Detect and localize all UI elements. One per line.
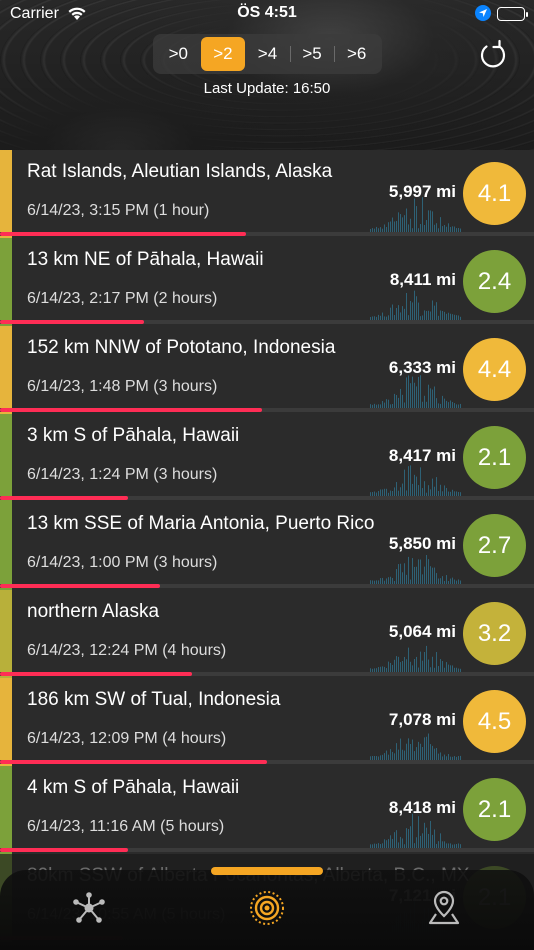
magnitude-color-strip	[0, 150, 12, 238]
earthquake-row[interactable]: 13 km NE of Pāhala, Hawaii 6/14/23, 2:17…	[0, 238, 534, 326]
earthquake-row[interactable]: 4 km S of Pāhala, Hawaii 6/14/23, 11:16 …	[0, 766, 534, 854]
magnitude-filter: >0 >2 >4 >5 >6	[153, 34, 382, 74]
quake-location: 186 km SW of Tual, Indonesia	[27, 689, 281, 710]
quake-time: 6/14/23, 11:16 AM (5 hours)	[27, 818, 225, 835]
filter-option-5[interactable]: >5	[289, 37, 335, 71]
earthquake-row[interactable]: 3 km S of Pāhala, Hawaii 6/14/23, 1:24 P…	[0, 414, 534, 502]
filter-option-6[interactable]: >6	[334, 37, 379, 71]
quake-location: 13 km NE of Pāhala, Hawaii	[27, 249, 264, 270]
filter-option-0[interactable]: >0	[156, 37, 201, 71]
magnitude-color-strip	[0, 326, 12, 414]
quake-distance: 8,411 mi	[389, 270, 456, 289]
location-arrow-icon	[475, 5, 491, 21]
magnitude-badge: 4.5	[463, 690, 526, 753]
magnitude-color-strip	[0, 678, 12, 766]
age-progress-bar	[0, 408, 262, 412]
magnitude-color-strip	[0, 238, 12, 326]
quake-distance: 5,850 mi	[388, 534, 456, 553]
quake-time: 6/14/23, 2:17 PM (2 hours)	[27, 290, 218, 307]
refresh-button[interactable]	[478, 38, 508, 70]
magnitude-badge: 2.7	[463, 514, 526, 577]
earthquake-row[interactable]: 13 km SSE of Maria Antonia, Puerto Rico …	[0, 502, 534, 590]
magnitude-badge: 4.4	[463, 338, 526, 401]
quake-time: 6/14/23, 1:00 PM (3 hours)	[27, 554, 218, 571]
quake-location: northern Alaska	[27, 601, 160, 622]
earthquake-row[interactable]: 152 km NNW of Pototano, Indonesia 6/14/2…	[0, 326, 534, 414]
age-progress-bar	[0, 672, 193, 676]
magnitude-color-strip	[0, 766, 12, 854]
age-progress-bar	[0, 760, 267, 764]
status-time: ÖS 4:51	[237, 4, 297, 21]
tab-network[interactable]	[69, 888, 109, 928]
quake-location: 13 km SSE of Maria Antonia, Puerto Rico	[27, 513, 375, 534]
magnitude-badge: 4.1	[463, 162, 526, 225]
quake-distance: 7,078 mi	[388, 710, 456, 729]
quake-distance: 6,333 mi	[388, 358, 456, 377]
magnitude-badge: 2.4	[463, 250, 526, 313]
quake-distance: 5,997 mi	[388, 182, 456, 201]
quake-time: 6/14/23, 1:48 PM (3 hours)	[27, 378, 218, 395]
age-progress-bar	[0, 848, 129, 852]
refresh-icon	[480, 39, 506, 68]
earthquake-list: Rat Islands, Aleutian Islands, Alaska 6/…	[0, 150, 534, 942]
quake-distance: 8,418 mi	[388, 798, 456, 817]
battery-icon	[497, 7, 528, 21]
filter-option-2[interactable]: >2	[200, 37, 246, 71]
magnitude-badge: 2.1	[463, 778, 526, 841]
tab-map[interactable]	[424, 888, 464, 928]
earthquake-row[interactable]: Rat Islands, Aleutian Islands, Alaska 6/…	[0, 150, 534, 238]
magnitude-color-strip	[0, 502, 12, 590]
network-icon	[73, 892, 105, 923]
magnitude-color-strip	[0, 590, 12, 678]
quake-time: 6/14/23, 3:15 PM (1 hour)	[27, 202, 210, 219]
age-progress-bar	[0, 320, 145, 324]
tab-earthquakes[interactable]	[247, 888, 287, 928]
magnitude-color-strip	[0, 414, 12, 502]
filter-option-4[interactable]: >4	[245, 37, 290, 71]
age-progress-bar	[0, 232, 246, 236]
age-progress-bar	[0, 584, 161, 588]
seismic-rings-icon	[250, 891, 284, 925]
magnitude-badge: 3.2	[463, 602, 526, 665]
quake-location: 3 km S of Pāhala, Hawaii	[27, 425, 240, 446]
quake-time: 6/14/23, 12:24 PM (4 hours)	[27, 642, 227, 659]
quake-time: 6/14/23, 1:24 PM (3 hours)	[27, 466, 218, 483]
quake-location: Rat Islands, Aleutian Islands, Alaska	[27, 161, 333, 182]
quake-distance: 5,064 mi	[388, 622, 456, 641]
last-update-label: Last Update: 16:50	[203, 80, 331, 97]
earthquake-row[interactable]: northern Alaska 6/14/23, 12:24 PM (4 hou…	[0, 590, 534, 678]
age-progress-bar	[0, 496, 129, 500]
magnitude-badge: 2.1	[463, 426, 526, 489]
quake-time: 6/14/23, 12:09 PM (4 hours)	[27, 730, 227, 747]
quake-distance: 8,417 mi	[388, 446, 456, 465]
earthquake-row[interactable]: 186 km SW of Tual, Indonesia 6/14/23, 12…	[0, 678, 534, 766]
quake-location: 152 km NNW of Pototano, Indonesia	[27, 337, 336, 358]
quake-location: 4 km S of Pāhala, Hawaii	[27, 777, 240, 798]
map-pin-icon	[428, 890, 460, 925]
tab-selected-indicator	[211, 867, 323, 875]
status-bar: Carrier ÖS 4:51	[0, 0, 534, 30]
